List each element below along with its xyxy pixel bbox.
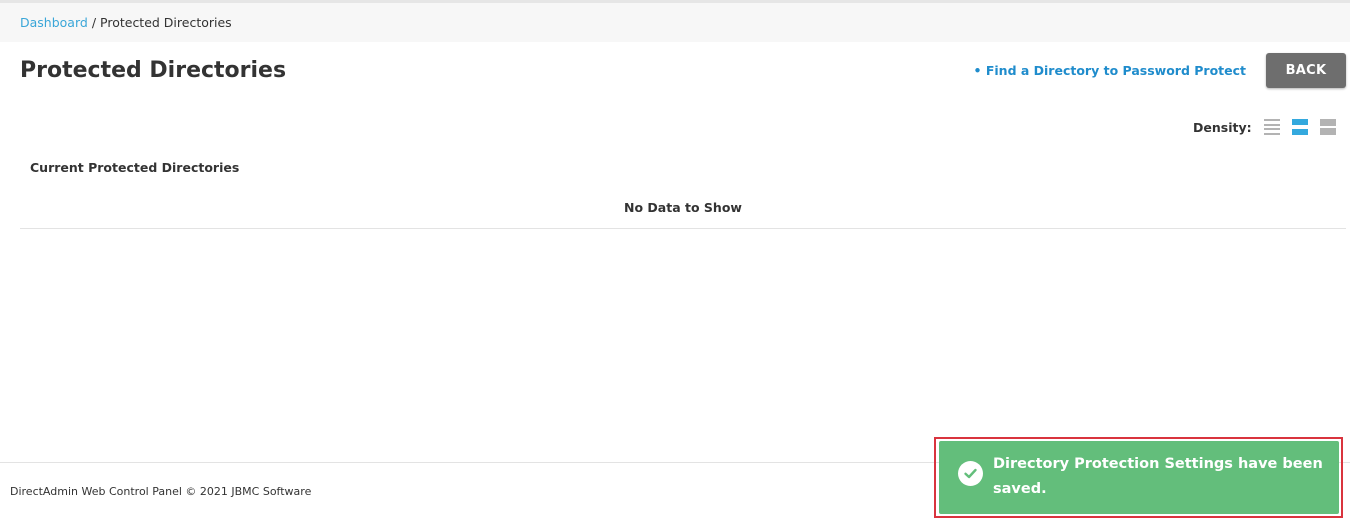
density-label: Density: [1193, 119, 1252, 135]
back-button[interactable]: BACK [1266, 53, 1346, 88]
density-selector: Density: [1193, 119, 1336, 135]
check-circle-icon [958, 461, 983, 486]
breadcrumb-dashboard-link[interactable]: Dashboard [20, 15, 88, 30]
breadcrumb: Dashboard / Protected Directories [0, 3, 1350, 42]
page-title: Protected Directories [20, 58, 287, 83]
density-compact-icon[interactable] [1263, 119, 1280, 135]
find-directory-link[interactable]: • Find a Directory to Password Protect [974, 63, 1247, 78]
footer-copyright: DirectAdmin Web Control Panel © 2021 JBM… [10, 485, 312, 498]
breadcrumb-separator: / [91, 15, 97, 30]
density-regular-icon[interactable] [1291, 119, 1308, 135]
table-divider [20, 228, 1346, 229]
toast-message: Directory Protection Settings have been … [993, 456, 1323, 497]
breadcrumb-current: Protected Directories [100, 15, 232, 30]
table-title: Current Protected Directories [30, 160, 240, 175]
density-comfortable-icon[interactable] [1319, 119, 1336, 135]
success-toast[interactable]: Directory Protection Settings have been … [939, 441, 1339, 514]
empty-state-text: No Data to Show [624, 200, 742, 215]
